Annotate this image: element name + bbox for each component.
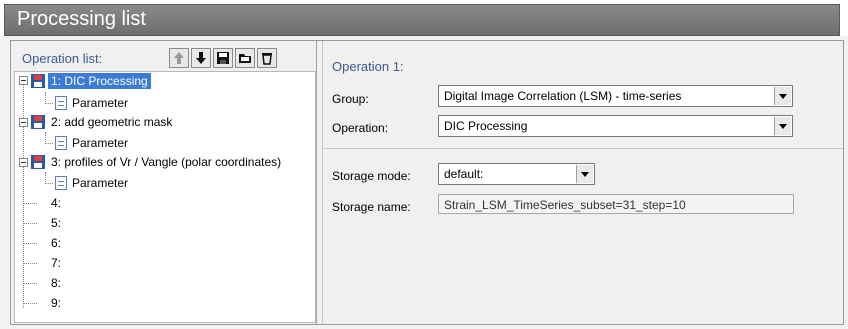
tree-line [23, 78, 24, 308]
tree-item-3[interactable]: 3: profiles of Vr / Vangle (polar coordi… [51, 154, 281, 170]
tree-item-9[interactable]: 9: [51, 295, 61, 311]
tree-item-3-parameter[interactable]: Parameter [72, 175, 128, 191]
save-button[interactable] [213, 48, 233, 68]
tree-item-4[interactable]: 4: [51, 195, 61, 211]
tree-item-5[interactable]: 5: [51, 215, 61, 231]
processing-list-panel: Operation list: 1: DIC Processing Parame… [10, 40, 844, 325]
chevron-down-icon[interactable] [774, 117, 791, 135]
tree-item-8[interactable]: 8: [51, 275, 61, 291]
delete-button[interactable] [257, 48, 277, 68]
operation-list-label: Operation list: [22, 51, 103, 66]
tree-expander[interactable] [19, 118, 28, 127]
storage-name-label: Storage name: [332, 200, 411, 214]
operation-tree[interactable]: 1: DIC Processing Parameter 2: add geome… [14, 71, 316, 323]
open-button[interactable] [235, 48, 255, 68]
tree-line [45, 183, 53, 184]
operation-list-panel: Operation list: 1: DIC Processing Parame… [11, 41, 317, 324]
tree-expander[interactable] [19, 76, 28, 85]
floppy-icon [217, 52, 229, 64]
title-bar-background: Processing list [4, 4, 840, 36]
tree-line [45, 103, 53, 104]
operation-select-value: DIC Processing [444, 119, 528, 133]
tree-item-6[interactable]: 6: [51, 235, 61, 251]
arrow-down-icon [196, 52, 206, 64]
tree-item-2-parameter[interactable]: Parameter [72, 135, 128, 151]
tree-line [23, 203, 37, 204]
tree-item-7[interactable]: 7: [51, 255, 61, 271]
tree-line [23, 303, 37, 304]
operation-details-panel: Operation 1: Group: Digital Image Correl… [322, 41, 843, 324]
storage-mode-label: Storage mode: [332, 169, 411, 183]
window-title: Processing list [17, 8, 146, 30]
tree-line [23, 283, 37, 284]
group-select[interactable]: Digital Image Correlation (LSM) - time-s… [438, 85, 793, 107]
operation-heading: Operation 1: [332, 59, 404, 74]
parameter-icon [55, 176, 67, 190]
floppy-icon [31, 155, 45, 169]
floppy-icon [31, 74, 45, 88]
move-up-button[interactable] [169, 48, 189, 68]
operation-label: Operation: [332, 121, 389, 135]
tree-line [45, 143, 53, 144]
chevron-down-icon[interactable] [576, 165, 593, 183]
storage-mode-select[interactable]: default: [438, 163, 595, 185]
tree-expander[interactable] [19, 158, 28, 167]
tree-item-1-parameter[interactable]: Parameter [72, 95, 128, 111]
tree-line [23, 223, 37, 224]
trash-icon [262, 53, 272, 65]
title-bar: Processing list [0, 0, 848, 36]
tree-line [23, 263, 37, 264]
storage-mode-value: default: [444, 167, 484, 181]
storage-name-value: Strain_LSM_TimeSeries_subset=31_step=10 [444, 198, 686, 212]
parameter-icon [55, 96, 67, 110]
parameter-icon [55, 136, 67, 150]
tree-item-2[interactable]: 2: add geometric mask [51, 114, 172, 130]
tree-line [23, 243, 37, 244]
floppy-icon [31, 115, 45, 129]
move-down-button[interactable] [191, 48, 211, 68]
group-select-value: Digital Image Correlation (LSM) - time-s… [444, 89, 682, 103]
folder-icon [239, 54, 251, 63]
arrow-up-icon [174, 52, 184, 64]
tree-item-1[interactable]: 1: DIC Processing [48, 73, 151, 89]
chevron-down-icon[interactable] [774, 87, 791, 105]
operation-select[interactable]: DIC Processing [438, 115, 793, 137]
divider [323, 148, 843, 149]
group-label: Group: [332, 92, 369, 106]
storage-name-field[interactable]: Strain_LSM_TimeSeries_subset=31_step=10 [438, 194, 794, 214]
